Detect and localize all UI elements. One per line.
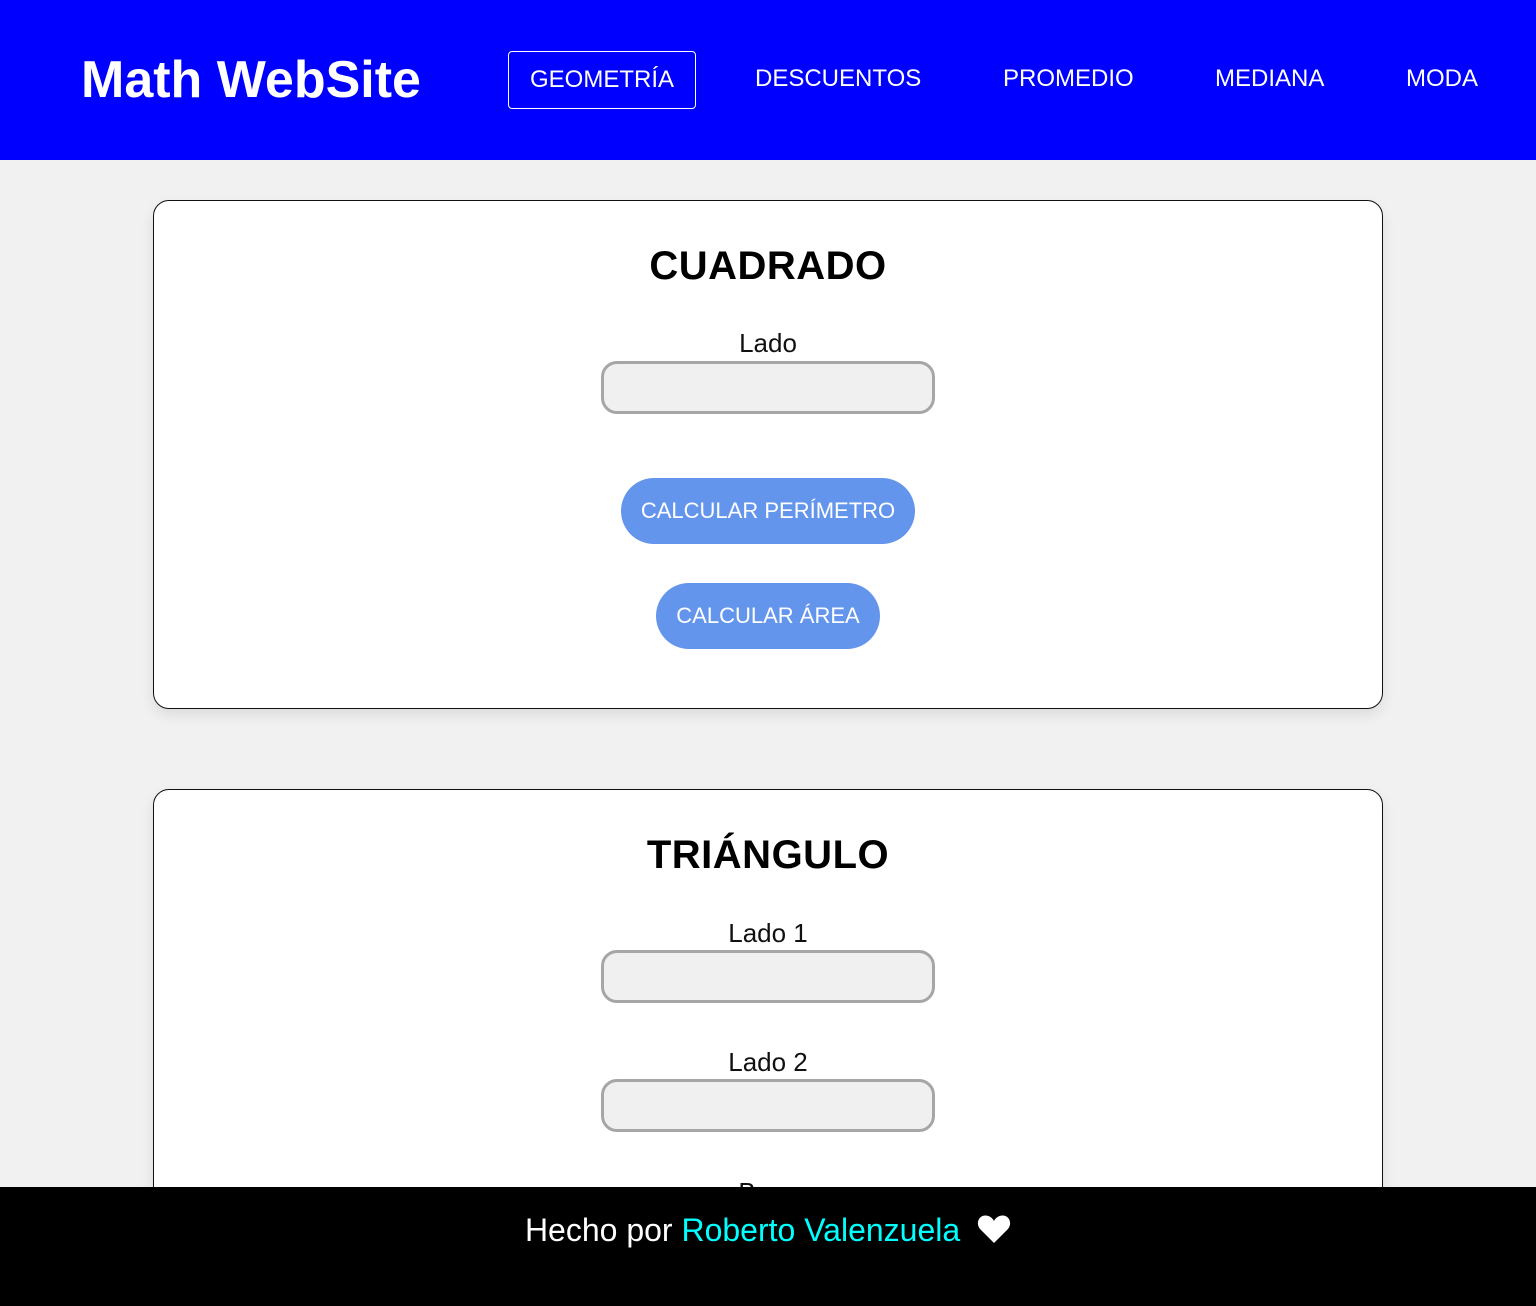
author-link[interactable]: Roberto Valenzuela bbox=[681, 1212, 960, 1248]
calculate-area-button[interactable]: CALCULAR ÁREA bbox=[656, 583, 880, 649]
site-logo: Math WebSite bbox=[81, 51, 421, 109]
nav-link-moda[interactable]: MODA bbox=[1406, 51, 1478, 109]
nav-link-geometria[interactable]: GEOMETRÍA bbox=[508, 51, 697, 109]
site-header: Math WebSite GEOMETRÍA DESCUENTOS PROMED… bbox=[0, 0, 1536, 160]
triangle-side1-label: Lado 1 bbox=[728, 918, 808, 948]
site-footer: Hecho por Roberto Valenzuela bbox=[0, 1187, 1536, 1306]
square-side-label: Lado bbox=[739, 328, 797, 358]
triangle-side1-input[interactable] bbox=[601, 950, 935, 1003]
triangle-card: TRIÁNGULO Lado 1 Lado 2 Base bbox=[153, 789, 1383, 1249]
triangle-side2-input[interactable] bbox=[601, 1079, 935, 1132]
nav-link-promedio[interactable]: PROMEDIO bbox=[1003, 51, 1134, 109]
footer-credit: Hecho por Roberto Valenzuela bbox=[0, 1211, 1536, 1249]
square-card: CUADRADO Lado CALCULAR PERÍMETRO CALCULA… bbox=[153, 200, 1383, 709]
nav-link-descuentos[interactable]: DESCUENTOS bbox=[755, 51, 921, 109]
heart-icon bbox=[977, 1214, 1011, 1244]
nav-link-mediana[interactable]: MEDIANA bbox=[1215, 51, 1324, 109]
triangle-side2-label: Lado 2 bbox=[728, 1047, 808, 1077]
triangle-title: TRIÁNGULO bbox=[646, 833, 890, 877]
square-title: CUADRADO bbox=[649, 244, 887, 288]
square-side-input[interactable] bbox=[601, 361, 935, 414]
calculate-perimeter-button[interactable]: CALCULAR PERÍMETRO bbox=[621, 478, 915, 544]
footer-made-by: Hecho por bbox=[524, 1212, 673, 1248]
